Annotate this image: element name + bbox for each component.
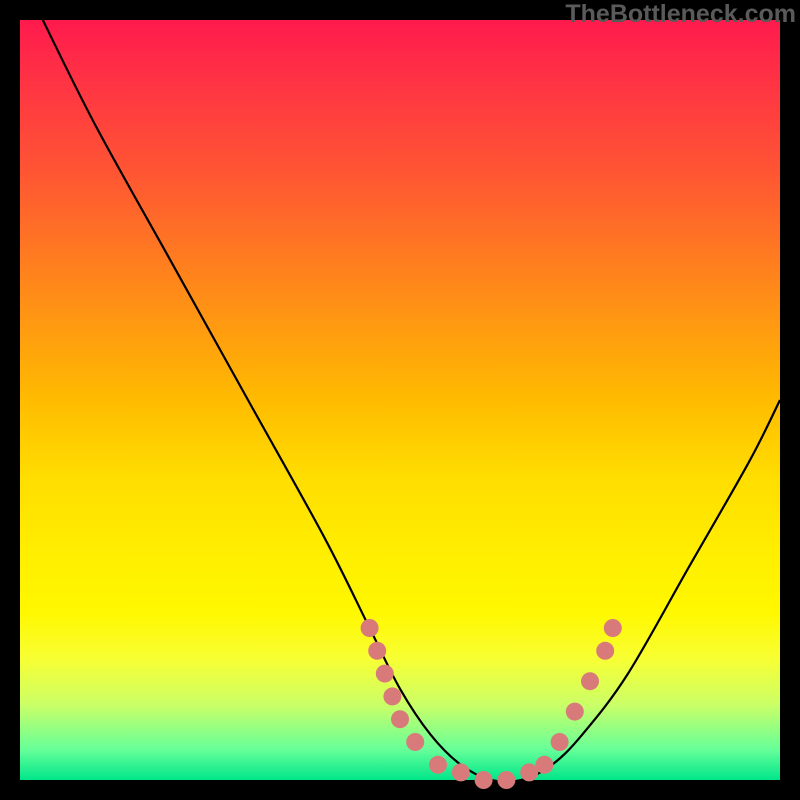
marker-dot — [391, 710, 409, 728]
marker-dot — [361, 619, 379, 637]
marker-dot — [383, 687, 401, 705]
marker-dot — [406, 733, 424, 751]
marker-dot — [429, 756, 447, 774]
watermark-text: TheBottleneck.com — [565, 0, 796, 29]
marker-dot — [596, 642, 614, 660]
bottleneck-curve — [43, 20, 780, 782]
marker-dot — [604, 619, 622, 637]
plot-area — [20, 20, 780, 780]
marker-dot — [452, 763, 470, 781]
marker-dot — [497, 771, 515, 789]
marker-dot — [368, 642, 386, 660]
chart-frame — [20, 20, 780, 780]
marker-dot — [566, 703, 584, 721]
marker-dot — [475, 771, 493, 789]
chart-svg — [20, 20, 780, 780]
marker-dot — [581, 672, 599, 690]
marker-dot — [551, 733, 569, 751]
highlight-dots — [361, 619, 622, 789]
marker-dot — [376, 665, 394, 683]
marker-dot — [535, 756, 553, 774]
